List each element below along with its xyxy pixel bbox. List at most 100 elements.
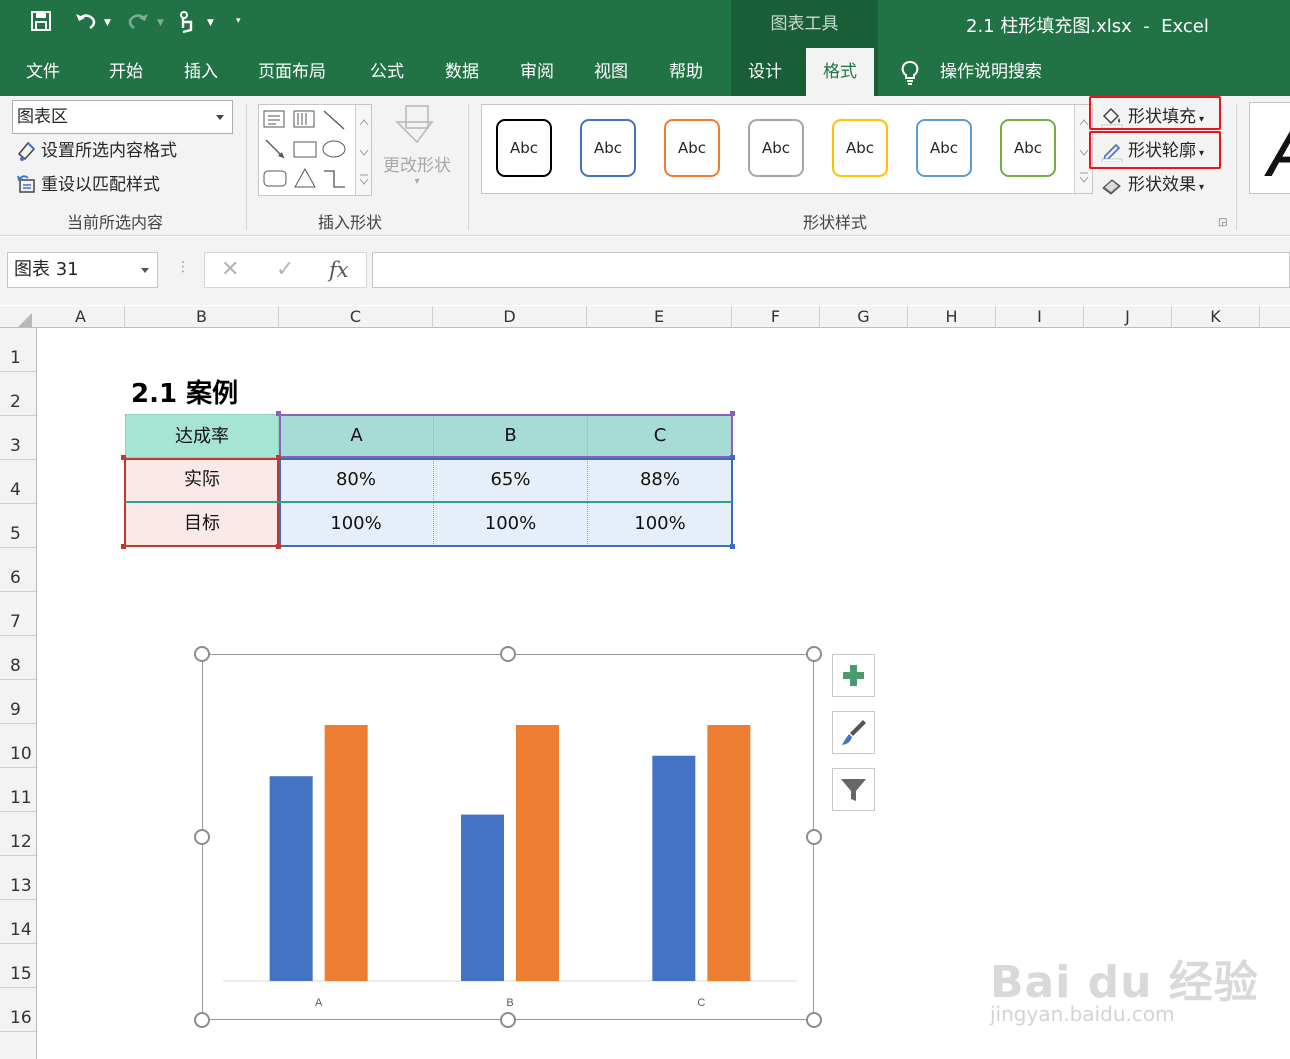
resize-handle[interactable] — [194, 646, 210, 662]
shape-style-swatch[interactable]: Abc — [664, 119, 720, 177]
table-row-label[interactable]: 目标 — [125, 502, 279, 546]
shape-style-swatch[interactable]: Abc — [748, 119, 804, 177]
row-header[interactable]: 2 — [0, 372, 36, 416]
reset-style-button[interactable]: 重设以匹配样式 — [16, 173, 160, 197]
range-handle[interactable] — [276, 411, 281, 416]
cancel-icon[interactable]: ✕ — [221, 256, 239, 284]
column-chart[interactable]: A B C — [203, 655, 815, 1021]
chart-bar-B-series1[interactable] — [461, 814, 504, 981]
enter-icon[interactable]: ✓ — [276, 256, 294, 284]
resize-handle[interactable] — [806, 829, 822, 845]
row-header[interactable]: 7 — [0, 592, 36, 636]
chart-bar-C-series2[interactable] — [707, 725, 751, 981]
table-cell[interactable]: 100% — [587, 502, 732, 546]
tab-file[interactable]: 文件 — [26, 48, 60, 96]
column-header[interactable]: K — [1172, 306, 1260, 328]
range-handle[interactable] — [276, 544, 281, 549]
row-header[interactable]: 10 — [0, 724, 36, 768]
column-header[interactable]: E — [587, 306, 732, 328]
table-cell[interactable]: 88% — [587, 458, 732, 502]
column-header[interactable]: C — [279, 306, 433, 328]
column-header[interactable]: H — [908, 306, 996, 328]
row-header[interactable]: 1 — [0, 328, 36, 372]
row-header[interactable]: 5 — [0, 504, 36, 548]
row-header[interactable]: 9 — [0, 680, 36, 724]
tab-review[interactable]: 审阅 — [520, 48, 554, 96]
touch-mode-dropdown-icon[interactable]: ▼ — [207, 18, 214, 28]
tab-home[interactable]: 开始 — [109, 48, 143, 96]
column-header[interactable]: D — [433, 306, 587, 328]
shape-style-swatch[interactable]: Abc — [832, 119, 888, 177]
range-handle[interactable] — [121, 544, 126, 549]
row-header[interactable]: 12 — [0, 812, 36, 856]
column-header[interactable]: J — [1084, 306, 1172, 328]
column-header[interactable]: G — [820, 306, 908, 328]
redo-dropdown-icon[interactable]: ▼ — [157, 18, 164, 28]
shapes-gallery-scroll[interactable] — [355, 105, 371, 195]
tell-me-search[interactable]: 操作说明搜索 — [940, 48, 1042, 96]
table-cell[interactable]: 80% — [279, 458, 433, 502]
range-handle[interactable] — [730, 411, 735, 416]
table-cell[interactable]: 100% — [433, 502, 587, 546]
shape-styles-gallery[interactable]: Abc Abc Abc Abc Abc Abc Abc — [481, 104, 1093, 194]
table-cell[interactable]: 65% — [433, 458, 587, 502]
tab-format[interactable]: 格式 — [806, 48, 874, 96]
chart-bar-A-series2[interactable] — [324, 725, 368, 981]
splitter-dots-icon[interactable]: ⋮ — [176, 259, 190, 275]
chart-area[interactable]: A B C — [202, 654, 814, 1020]
tab-page-layout[interactable]: 页面布局 — [258, 48, 326, 96]
table-corner-cell[interactable]: 达成率 — [125, 414, 279, 458]
column-header[interactable]: I — [996, 306, 1084, 328]
tab-view[interactable]: 视图 — [594, 48, 628, 96]
undo-dropdown-icon[interactable]: ▼ — [104, 18, 111, 28]
row-header[interactable]: 6 — [0, 548, 36, 592]
name-box[interactable]: 图表 31 — [7, 252, 158, 288]
column-header[interactable]: A — [37, 306, 125, 328]
range-handle[interactable] — [121, 455, 126, 460]
format-selection-button[interactable]: 设置所选内容格式 — [16, 139, 177, 163]
formula-input[interactable] — [372, 252, 1290, 288]
resize-handle[interactable] — [806, 1012, 822, 1028]
column-header[interactable]: B — [125, 306, 279, 328]
shape-effects-button[interactable]: 形状效果 ▾ — [1100, 170, 1204, 196]
insert-function-button[interactable]: fx — [329, 256, 349, 284]
chart-styles-button[interactable] — [832, 711, 875, 754]
shape-style-swatch[interactable]: Abc — [496, 119, 552, 177]
row-header[interactable]: 16 — [0, 988, 36, 1032]
row-header[interactable]: 13 — [0, 856, 36, 900]
table-header-cell[interactable]: C — [587, 414, 732, 458]
shape-style-swatch[interactable]: Abc — [916, 119, 972, 177]
save-icon[interactable] — [30, 10, 52, 41]
select-all-corner[interactable] — [18, 313, 32, 327]
chart-bar-A-series1[interactable] — [269, 776, 313, 981]
shape-style-swatch[interactable]: Abc — [580, 119, 636, 177]
tab-design[interactable]: 设计 — [748, 48, 782, 96]
insert-shapes-gallery[interactable] — [258, 104, 372, 196]
row-header[interactable]: 8 — [0, 636, 36, 680]
row-header[interactable]: 15 — [0, 944, 36, 988]
tab-data[interactable]: 数据 — [445, 48, 479, 96]
shape-style-swatch[interactable]: Abc — [1000, 119, 1056, 177]
resize-handle[interactable] — [806, 646, 822, 662]
range-handle[interactable] — [730, 455, 735, 460]
table-header-cell[interactable]: B — [433, 414, 587, 458]
tab-insert[interactable]: 插入 — [184, 48, 218, 96]
resize-handle[interactable] — [500, 646, 516, 662]
resize-handle[interactable] — [500, 1012, 516, 1028]
redo-icon[interactable] — [126, 10, 150, 41]
touch-mode-icon[interactable] — [176, 10, 196, 43]
range-handle[interactable] — [276, 455, 281, 460]
wordart-styles-gallery[interactable]: A — [1249, 102, 1290, 194]
chart-element-dropdown[interactable]: 图表区 — [12, 100, 233, 134]
undo-icon[interactable] — [74, 10, 98, 41]
chart-bar-C-series1[interactable] — [652, 755, 696, 981]
tab-help[interactable]: 帮助 — [669, 48, 703, 96]
chart-bar-B-series2[interactable] — [516, 725, 559, 981]
column-header[interactable]: F — [732, 306, 820, 328]
tab-formulas[interactable]: 公式 — [370, 48, 404, 96]
resize-handle[interactable] — [194, 829, 210, 845]
table-cell[interactable]: 100% — [279, 502, 433, 546]
chart-elements-button[interactable] — [832, 654, 875, 697]
row-header[interactable]: 4 — [0, 460, 36, 504]
customize-qat-icon[interactable]: ▾ — [236, 16, 241, 26]
